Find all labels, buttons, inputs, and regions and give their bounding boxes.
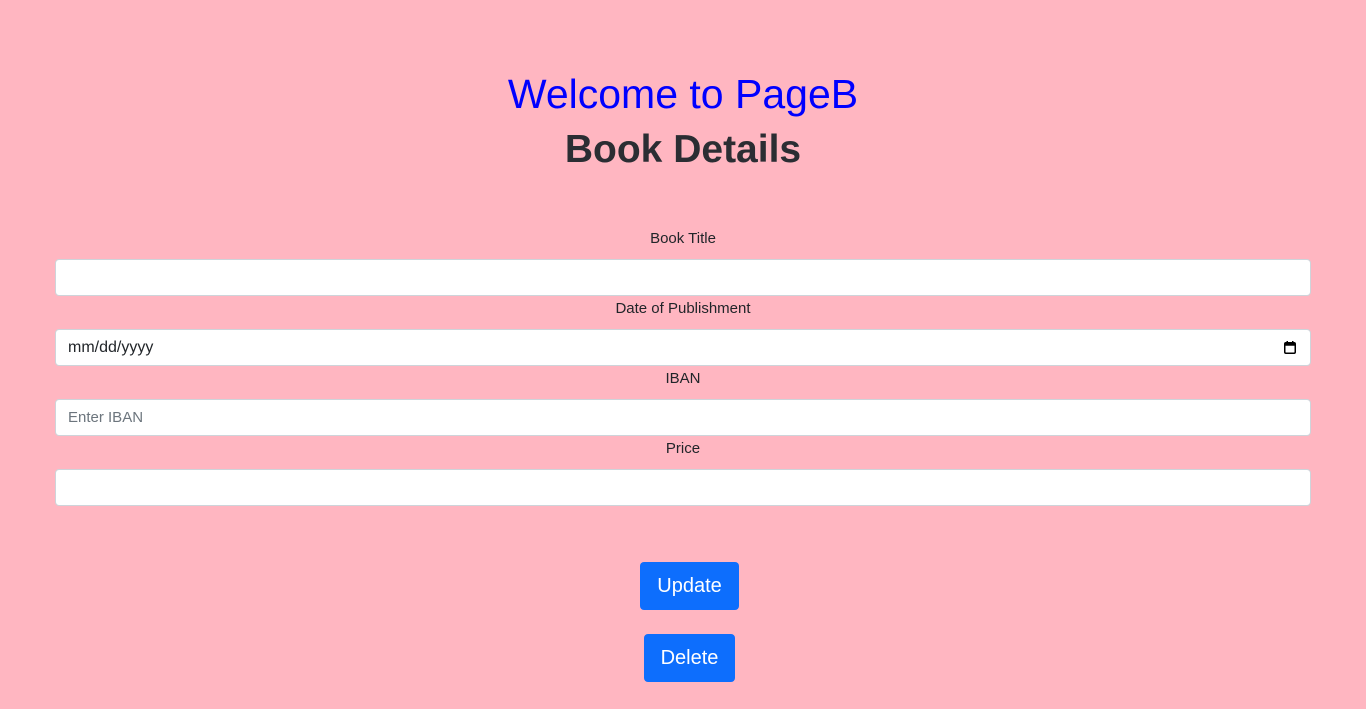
page-title: Book Details: [564, 128, 802, 171]
page: Welcome to PageB Book Details Book Title…: [0, 0, 1366, 709]
publish-date-input[interactable]: mm/dd/yyyy: [55, 329, 1311, 366]
iban-input[interactable]: Enter IBAN: [55, 399, 1311, 436]
book-title-input[interactable]: [55, 259, 1311, 296]
iban-label: IBAN: [665, 370, 701, 387]
publish-date-label: Date of Publishment: [615, 300, 751, 317]
price-input[interactable]: [55, 469, 1311, 506]
update-button[interactable]: Update: [640, 562, 739, 610]
welcome-heading: Welcome to PageB: [507, 71, 859, 117]
publish-date-value: mm/dd/yyyy: [68, 339, 154, 356]
calendar-icon[interactable]: [1284, 341, 1296, 354]
delete-button[interactable]: Delete: [644, 634, 735, 682]
iban-placeholder: Enter IBAN: [68, 409, 144, 426]
book-title-label: Book Title: [650, 230, 716, 247]
price-label: Price: [665, 440, 701, 457]
